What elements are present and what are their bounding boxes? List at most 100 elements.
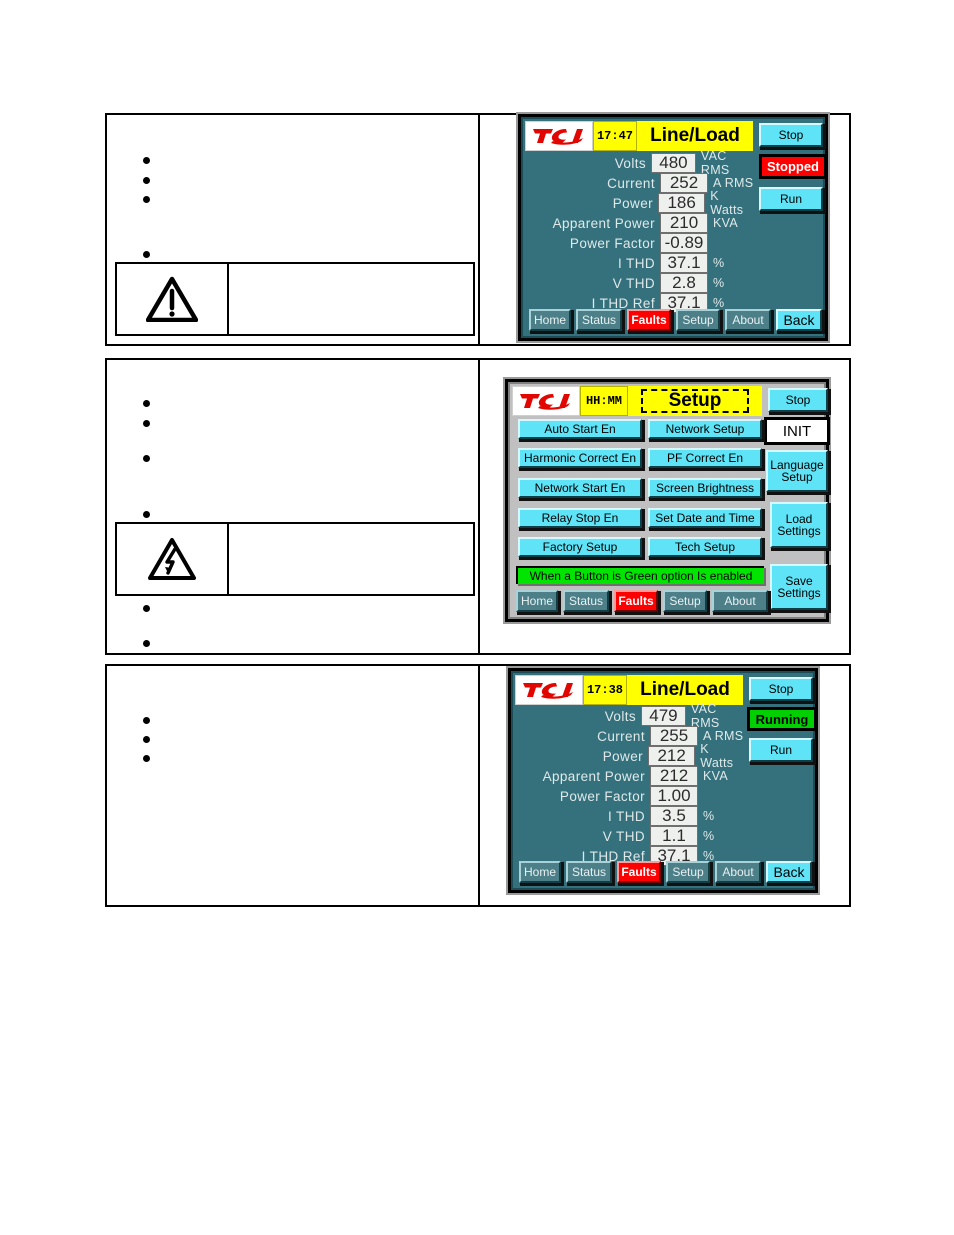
- panel2-init-badge: INIT: [764, 417, 830, 445]
- readout-value: 255: [650, 726, 698, 746]
- readout-row: Power Factor -0.89: [525, 233, 755, 253]
- bullet-point: [143, 420, 150, 427]
- readout-unit: %: [713, 296, 725, 310]
- document-page: 17:47 Line/Load Stop Stopped Run Volts 48…: [0, 0, 954, 1235]
- panel2-button-set-date-and-time[interactable]: Set Date and Time: [648, 508, 762, 528]
- readout-row: Volts 479 VAC RMS: [515, 702, 745, 730]
- nav-home-button[interactable]: Home: [529, 309, 571, 331]
- nav-back-button[interactable]: Back: [776, 309, 822, 331]
- bullet-point: [143, 400, 150, 407]
- warning-icon-cell: [117, 264, 229, 334]
- panel2-button-network-setup[interactable]: Network Setup: [648, 419, 762, 439]
- readout-value: 252: [660, 173, 708, 193]
- readout-label: Power Factor: [559, 788, 645, 804]
- nav-faults-button[interactable]: Faults: [617, 861, 661, 883]
- readout-row: Power Factor 1.00: [515, 786, 745, 806]
- readout-value: 186: [658, 193, 706, 213]
- panel2-button-factory-setup[interactable]: Factory Setup: [518, 537, 642, 557]
- bullet-point: [143, 511, 150, 518]
- readout-row: I THD 3.5%: [515, 806, 745, 826]
- panel2-button-pf-correct-en[interactable]: PF Correct En: [648, 448, 762, 468]
- panel2-button-relay-stop-en[interactable]: Relay Stop En: [518, 508, 642, 528]
- readout-unit: KVA: [703, 769, 728, 783]
- nav-setup-button[interactable]: Setup: [676, 309, 720, 331]
- readout-value: -0.89: [660, 233, 708, 253]
- nav-setup-button[interactable]: Setup: [663, 590, 707, 612]
- readout-label: Volts: [604, 708, 637, 724]
- readout-label: I THD: [617, 255, 655, 271]
- warning-exclamation-triangle-icon: [146, 276, 198, 322]
- readout-row: Volts 480 VAC RMS: [525, 149, 755, 177]
- panel2-save-settings-button[interactable]: Save Settings: [770, 564, 828, 610]
- readout-value: 3.5: [650, 806, 698, 826]
- nav-home-button[interactable]: Home: [516, 590, 558, 612]
- panel3-title-bar: 17:38 Line/Load: [515, 675, 743, 705]
- nav-faults-button[interactable]: Faults: [627, 309, 671, 331]
- readout-row: Power 212 K Watts: [515, 742, 745, 770]
- readout-unit: A RMS: [713, 176, 754, 190]
- panel3-stop-button[interactable]: Stop: [749, 677, 813, 701]
- readout-label: Volts: [614, 155, 647, 171]
- panel2-button-harmonic-correct-en[interactable]: Harmonic Correct En: [518, 448, 642, 468]
- readout-unit: A RMS: [703, 729, 744, 743]
- bullet-point: [143, 157, 150, 164]
- readout-label: Apparent Power: [552, 215, 655, 231]
- readout-value: 1.00: [650, 786, 698, 806]
- readout-unit: %: [713, 256, 725, 270]
- panel1-stop-button[interactable]: Stop: [759, 123, 823, 147]
- table-1-column-divider: [478, 115, 480, 344]
- readout-row: V THD 1.1%: [515, 826, 745, 846]
- nav-about-button[interactable]: About: [715, 861, 761, 883]
- bullet-point: [143, 196, 150, 203]
- nav-faults-button[interactable]: Faults: [614, 590, 658, 612]
- readout-row: Apparent Power 212 KVA: [515, 766, 745, 786]
- readout-value: 212: [650, 766, 698, 786]
- panel2-button-screen-brightness[interactable]: Screen Brightness: [648, 478, 762, 498]
- bullet-point: [143, 640, 150, 647]
- nav-status-button[interactable]: Status: [566, 861, 612, 883]
- readout-unit: KVA: [713, 216, 738, 230]
- panel2-load-settings-button[interactable]: Load Settings: [770, 502, 828, 548]
- readout-value: 1.1: [650, 826, 698, 846]
- bullet-point: [143, 605, 150, 612]
- table-2-column-divider: [478, 360, 480, 653]
- nav-back-button[interactable]: Back: [766, 861, 812, 883]
- bullet-point: [143, 755, 150, 762]
- table-3-column-divider: [478, 666, 480, 905]
- bullet-point: [143, 455, 150, 462]
- nav-status-button[interactable]: Status: [576, 309, 622, 331]
- panel2-button-network-start-en[interactable]: Network Start En: [518, 478, 642, 498]
- nav-about-button[interactable]: About: [725, 309, 771, 331]
- nav-status-button[interactable]: Status: [563, 590, 609, 612]
- bullet-point: [143, 736, 150, 743]
- panel2-title: Setup: [640, 389, 750, 413]
- hmi-panel-setup: HH:MM Setup Stop INIT Language Setup Load…: [505, 379, 830, 622]
- readout-row: Power 186 K Watts: [525, 189, 755, 217]
- nav-setup-button[interactable]: Setup: [666, 861, 710, 883]
- nav-about-button[interactable]: About: [712, 590, 768, 612]
- readout-value: 210: [660, 213, 708, 233]
- readout-value: 480: [651, 153, 696, 173]
- panel3-clock: 17:38: [583, 675, 627, 705]
- panel2-button-tech-setup[interactable]: Tech Setup: [648, 537, 762, 557]
- panel3-run-button[interactable]: Run: [749, 738, 813, 762]
- panel1-run-button[interactable]: Run: [759, 187, 823, 211]
- readout-label: Power: [612, 195, 653, 211]
- readout-label: V THD: [612, 275, 655, 291]
- readout-unit: K Watts: [700, 742, 734, 770]
- readout-label: Current: [597, 728, 645, 744]
- panel1-title: Line/Load: [637, 121, 753, 151]
- panel2-button-auto-start-en[interactable]: Auto Start En: [518, 419, 642, 439]
- readout-row: Apparent Power 210 KVA: [525, 213, 755, 233]
- tci-logo: [515, 675, 583, 705]
- warning-text-cell: [229, 524, 473, 594]
- warning-callout-box: [115, 522, 475, 596]
- panel2-clock: HH:MM: [580, 386, 628, 416]
- panel2-language-setup-button[interactable]: Language Setup: [766, 450, 828, 492]
- readout-label: Current: [607, 175, 655, 191]
- nav-home-button[interactable]: Home: [519, 861, 561, 883]
- panel2-stop-button[interactable]: Stop: [768, 388, 828, 412]
- readout-label: I THD: [607, 808, 645, 824]
- panel3-nav-bar: Home Status Faults Setup About Back: [519, 861, 812, 883]
- panel1-status-badge: Stopped: [759, 154, 827, 179]
